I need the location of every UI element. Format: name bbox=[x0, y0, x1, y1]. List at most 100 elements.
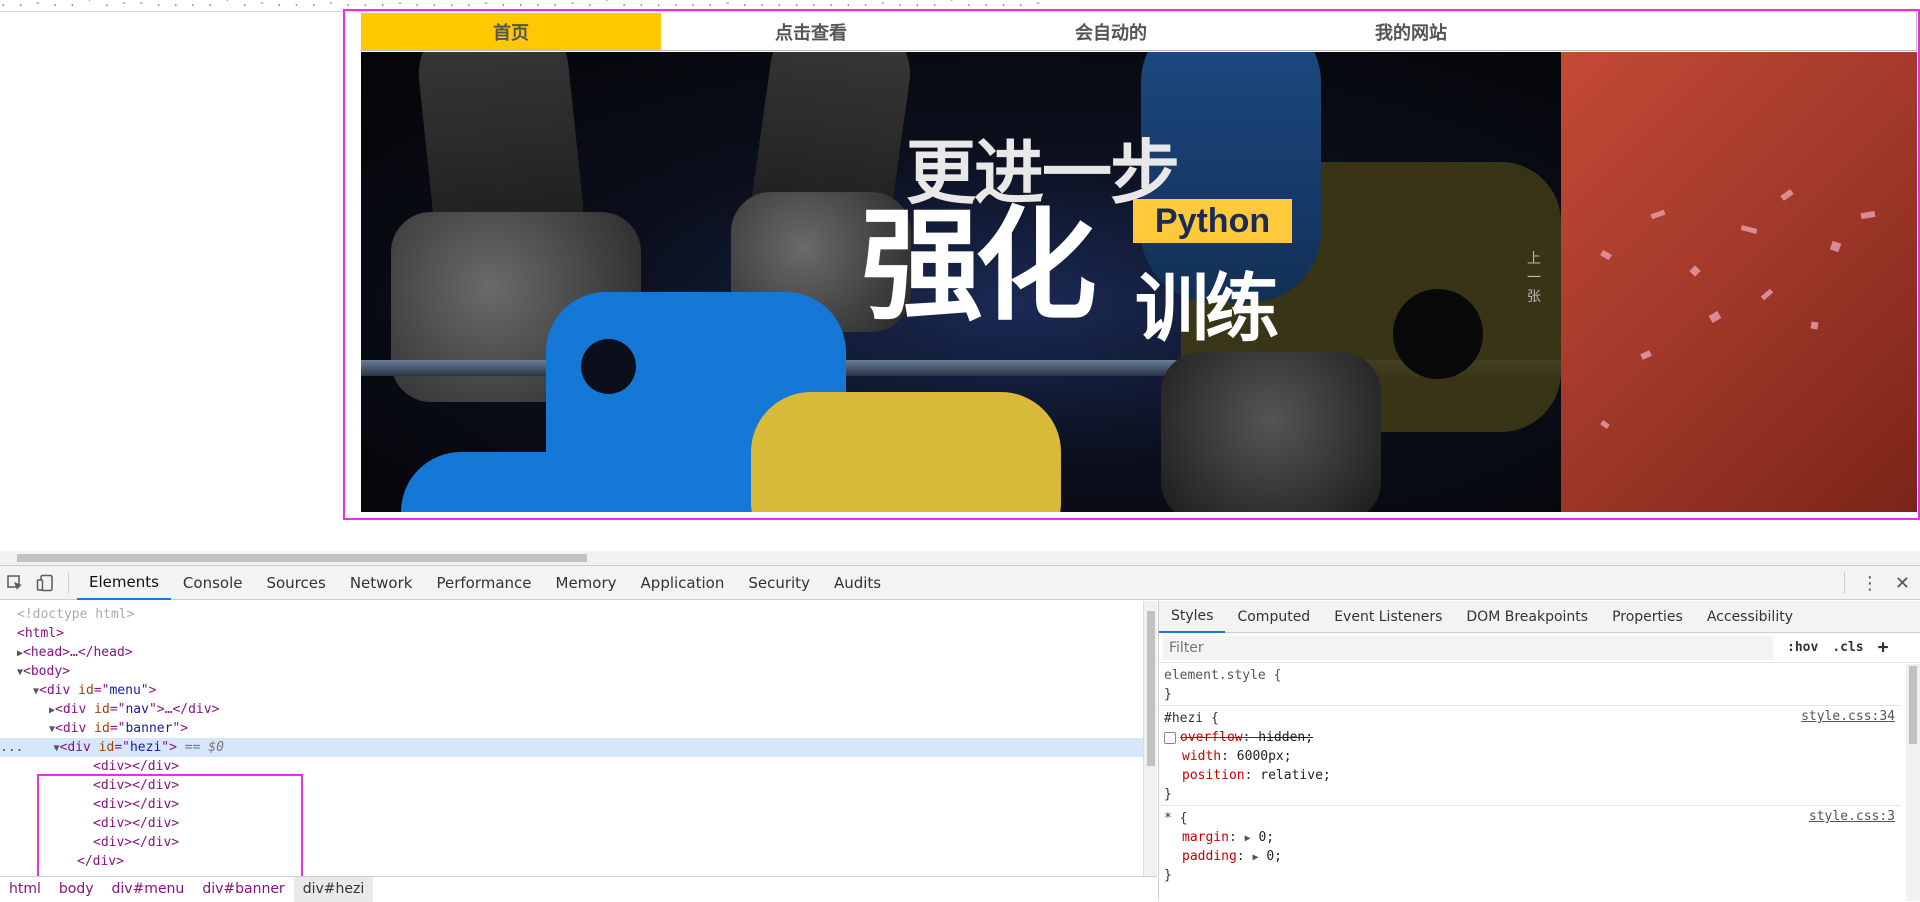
styles-filter-row: :hov .cls + bbox=[1159, 633, 1920, 663]
new-style-rule-button[interactable]: + bbox=[1878, 637, 1889, 658]
rule-selector[interactable]: #hezi { bbox=[1164, 709, 1219, 728]
rule-close: } bbox=[1164, 868, 1172, 883]
banner-headline: 更进一步 强化 Python 训练 bbox=[861, 117, 1292, 387]
dom-body-open[interactable]: ▼<body> bbox=[17, 662, 70, 681]
breadcrumb-div-banner[interactable]: div#banner bbox=[193, 877, 293, 902]
dom-head-collapsed[interactable]: ▶<head>…</head> bbox=[17, 643, 133, 662]
rule-close: } bbox=[1164, 687, 1172, 702]
shard-graphic bbox=[1810, 321, 1819, 330]
tab-application[interactable]: Application bbox=[629, 566, 737, 600]
styles-vertical-scrollbar[interactable] bbox=[1906, 664, 1920, 901]
toolbar-divider bbox=[1843, 572, 1845, 594]
python-logo-yellow-half bbox=[751, 392, 1061, 512]
shard-graphic bbox=[1689, 265, 1701, 277]
nav-item-auto[interactable]: 会自动的 bbox=[961, 13, 1261, 50]
elements-dom-tree: <!doctype html> <html> ▶<head>…</head> ▼… bbox=[0, 601, 1143, 876]
scrollbar-thumb[interactable] bbox=[1147, 611, 1155, 766]
declaration-margin[interactable]: margin: ▶ 0; bbox=[1182, 828, 1274, 847]
declaration-padding[interactable]: padding: ▶ 0; bbox=[1182, 847, 1282, 866]
dom-div-hezi-selected[interactable]: ... ▼<div id="hezi"> == $0 bbox=[0, 738, 1143, 757]
close-icon[interactable]: ✕ bbox=[1895, 573, 1910, 594]
shard-graphic bbox=[1600, 420, 1610, 429]
style-rules-list: element.style { } #hezi { style.css:34 o… bbox=[1159, 664, 1901, 901]
breadcrumb-body[interactable]: body bbox=[50, 877, 103, 902]
hov-toggle-button[interactable]: :hov bbox=[1787, 640, 1818, 655]
styles-tabbar: Styles Computed Event Listeners DOM Brea… bbox=[1159, 601, 1920, 633]
nav-bar: 首页 点击查看 会自动的 我的网站 bbox=[361, 13, 1917, 51]
banner-slide-next bbox=[1561, 52, 1917, 512]
rule-selector[interactable]: element.style { bbox=[1164, 666, 1281, 685]
tab-security[interactable]: Security bbox=[736, 566, 822, 600]
shard-graphic bbox=[1860, 210, 1876, 220]
python-badge: Python bbox=[1133, 199, 1292, 243]
dom-breadcrumb: html body div#menu div#banner div#hezi bbox=[0, 876, 1157, 902]
more-options-icon[interactable]: ⋮ bbox=[1861, 573, 1879, 594]
dom-html-open[interactable]: <html> bbox=[17, 624, 64, 643]
shard-graphic bbox=[1650, 209, 1666, 220]
rule-element-style: element.style { } bbox=[1159, 664, 1901, 706]
nav-item-mysite[interactable]: 我的网站 bbox=[1261, 13, 1561, 50]
tab-memory[interactable]: Memory bbox=[544, 566, 629, 600]
declaration-overflow[interactable]: overflow: hidden; bbox=[1164, 728, 1313, 747]
declaration-width[interactable]: width: 6000px; bbox=[1182, 747, 1292, 766]
tab-performance[interactable]: Performance bbox=[424, 566, 543, 600]
tab-dom-breakpoints[interactable]: DOM Breakpoints bbox=[1454, 601, 1600, 633]
page-viewport: . . - . . ' . - - . . . . ' . - . . . - … bbox=[0, 0, 1920, 551]
tab-elements[interactable]: Elements bbox=[77, 566, 171, 600]
tab-properties[interactable]: Properties bbox=[1600, 601, 1695, 633]
tab-event-listeners[interactable]: Event Listeners bbox=[1322, 601, 1454, 633]
shard-graphic bbox=[1600, 249, 1612, 261]
tab-computed[interactable]: Computed bbox=[1225, 601, 1322, 633]
cls-toggle-button[interactable]: .cls bbox=[1832, 640, 1863, 655]
dom-div-nav[interactable]: ▶<div id="nav">…</div> bbox=[49, 700, 219, 719]
expand-arrow-icon[interactable]: ▶ bbox=[1245, 833, 1251, 844]
rule-source-link[interactable]: style.css:34 bbox=[1801, 709, 1895, 724]
prev-slide-button[interactable]: 上一张 bbox=[1524, 250, 1544, 307]
rule-universal: * { style.css:3 margin: ▶ 0; padding: ▶ … bbox=[1159, 806, 1901, 886]
scrollbar-thumb[interactable] bbox=[17, 554, 587, 562]
styles-filter-input[interactable] bbox=[1163, 635, 1773, 660]
tab-sources[interactable]: Sources bbox=[254, 566, 337, 600]
nav-item-home[interactable]: 首页 bbox=[361, 13, 661, 50]
inspect-element-icon[interactable] bbox=[0, 568, 30, 598]
device-toolbar-icon[interactable] bbox=[30, 568, 60, 598]
tab-audits[interactable]: Audits bbox=[822, 566, 893, 600]
elements-vertical-scrollbar[interactable] bbox=[1143, 601, 1157, 876]
breadcrumb-div-hezi[interactable]: div#hezi bbox=[293, 876, 374, 902]
devtools-toolbar: Elements Console Sources Network Perform… bbox=[0, 566, 1920, 600]
breadcrumb-html[interactable]: html bbox=[0, 877, 50, 902]
declaration-position[interactable]: position: relative; bbox=[1182, 766, 1331, 785]
banner-slide-python: 更进一步 强化 Python 训练 上一张 bbox=[361, 52, 1561, 512]
rule-selector[interactable]: * { bbox=[1164, 809, 1187, 828]
banner: 更进一步 强化 Python 训练 上一张 bbox=[361, 52, 1917, 512]
headline-line2: 强化 bbox=[861, 195, 1097, 337]
tab-console[interactable]: Console bbox=[171, 566, 255, 600]
rule-source-link[interactable]: style.css:3 bbox=[1809, 809, 1895, 824]
shard-graphic bbox=[1740, 225, 1758, 234]
python-logo-eye-right bbox=[1393, 289, 1483, 379]
tab-styles[interactable]: Styles bbox=[1159, 601, 1226, 633]
scrollbar-thumb[interactable] bbox=[1909, 666, 1917, 744]
shard-graphic bbox=[1640, 350, 1652, 360]
shard-graphic bbox=[1760, 288, 1774, 301]
tab-network[interactable]: Network bbox=[338, 566, 425, 600]
devtools-toolbar-right: ⋮ ✕ bbox=[1843, 566, 1910, 600]
shard-graphic bbox=[1708, 311, 1722, 323]
breadcrumb-div-menu[interactable]: div#menu bbox=[103, 877, 194, 902]
page-horizontal-scrollbar[interactable] bbox=[0, 551, 1920, 565]
menu-container-highlight: 首页 点击查看 会自动的 我的网站 更进一步 强化 Python 训练 上 一 … bbox=[343, 9, 1920, 520]
nav-item-view[interactable]: 点击查看 bbox=[661, 13, 961, 50]
toolbar-divider bbox=[68, 572, 69, 593]
dom-doctype[interactable]: <!doctype html> bbox=[17, 605, 134, 624]
dom-div-menu[interactable]: ▼<div id="menu"> bbox=[33, 681, 156, 700]
python-logo-blue-tail bbox=[401, 452, 701, 512]
expand-arrow-icon[interactable]: ▶ bbox=[1252, 852, 1258, 863]
styles-pane: Styles Computed Event Listeners DOM Brea… bbox=[1158, 601, 1920, 901]
dom-div-banner[interactable]: ▼<div id="banner"> bbox=[49, 719, 188, 738]
shard-graphic bbox=[1780, 189, 1794, 201]
headline-line3: 训练 bbox=[1135, 266, 1279, 352]
rule-close: } bbox=[1164, 787, 1172, 802]
annotation-highlight-box bbox=[37, 774, 303, 876]
declaration-checkbox[interactable] bbox=[1164, 731, 1176, 744]
tab-accessibility[interactable]: Accessibility bbox=[1695, 601, 1805, 633]
